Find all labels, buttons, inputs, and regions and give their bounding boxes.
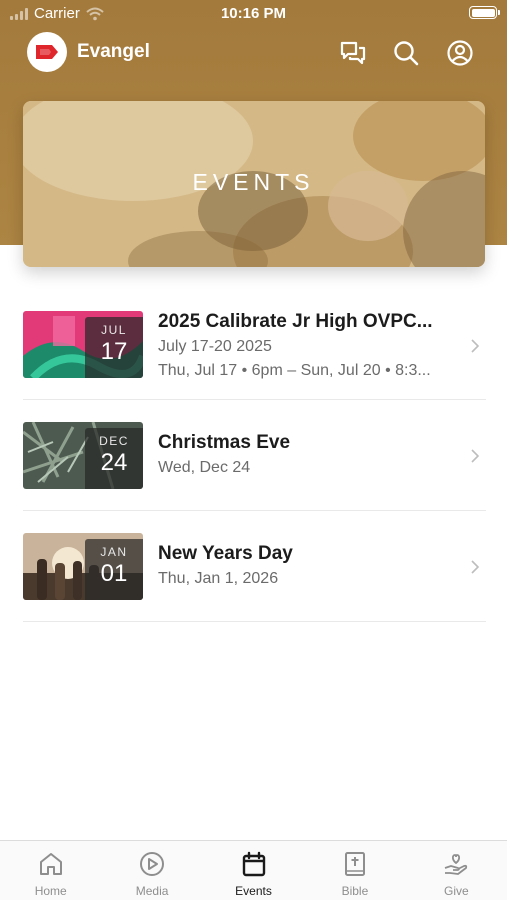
tab-home[interactable]: Home: [0, 841, 101, 900]
give-icon: [445, 854, 468, 875]
event-title: New Years Day: [158, 543, 293, 564]
profile-icon: [447, 40, 473, 66]
tab-label: Media: [135, 884, 169, 898]
event-dates: July 17-20 2025: [158, 338, 272, 355]
event-thumbnail: JAN 01: [23, 533, 143, 600]
calendar-icon: [242, 851, 265, 877]
chevron-right-icon: [471, 339, 480, 353]
event-thumbnail: DEC 24: [23, 422, 143, 489]
tab-label: Bible: [341, 884, 369, 898]
search-button[interactable]: [391, 38, 421, 68]
chat-button[interactable]: [338, 38, 368, 68]
event-title: Christmas Eve: [158, 432, 291, 453]
tab-give[interactable]: Give: [406, 841, 507, 900]
event-row-calibrate[interactable]: JUL 17 2025 Calibrate Jr High OVPC... Ju…: [23, 290, 486, 400]
event-time: Thu, Jul 17 • 6pm – Sun, Jul 20 • 8:3...: [158, 362, 431, 379]
event-title: 2025 Calibrate Jr High OVPC...: [158, 311, 433, 332]
chevron-right-icon: [471, 560, 480, 574]
status-bar: Carrier 10:16 PM: [0, 0, 507, 28]
date-day: 24: [100, 449, 128, 476]
tab-media[interactable]: Media: [101, 841, 202, 900]
date-tag: JUL 17: [85, 317, 143, 378]
event-dates: Wed, Dec 24: [158, 459, 251, 476]
date-day: 17: [100, 338, 128, 365]
date-day: 01: [100, 560, 128, 587]
status-time: 10:16 PM: [220, 5, 287, 22]
tab-label: Give: [443, 884, 469, 898]
play-icon: [140, 852, 165, 876]
app-title: Evangel: [77, 41, 150, 62]
chevron-right-icon: [471, 449, 480, 463]
event-thumbnail: JUL 17: [23, 311, 143, 378]
tab-events[interactable]: Events: [203, 841, 304, 900]
bible-icon: [344, 852, 365, 876]
event-row-new-years-day[interactable]: JAN 01 New Years Day Thu, Jan 1, 2026: [23, 512, 486, 622]
date-month: JAN: [100, 545, 128, 559]
date-month: JUL: [101, 323, 127, 337]
church-logo[interactable]: [27, 32, 67, 72]
date-month: DEC: [99, 434, 129, 448]
app-bar: Evangel: [0, 32, 507, 74]
date-tag: JAN 01: [85, 539, 143, 600]
event-dates: Thu, Jan 1, 2026: [158, 570, 279, 587]
chat-icon: [340, 41, 366, 65]
event-row-christmas-eve[interactable]: DEC 24 Christmas Eve Wed, Dec 24: [23, 401, 486, 511]
logo-icon: [36, 45, 58, 59]
battery-icon: [469, 6, 500, 19]
date-tag: DEC 24: [85, 428, 143, 489]
hero-title: EVENTS: [192, 169, 315, 195]
tab-label: Events: [235, 884, 272, 898]
tab-bible[interactable]: Bible: [304, 841, 405, 900]
tab-label: Home: [34, 884, 67, 898]
bottom-tab-bar: Home Media Events Bible Give: [0, 840, 507, 900]
home-icon: [39, 853, 62, 875]
profile-button[interactable]: [445, 38, 475, 68]
search-icon: [394, 41, 419, 66]
